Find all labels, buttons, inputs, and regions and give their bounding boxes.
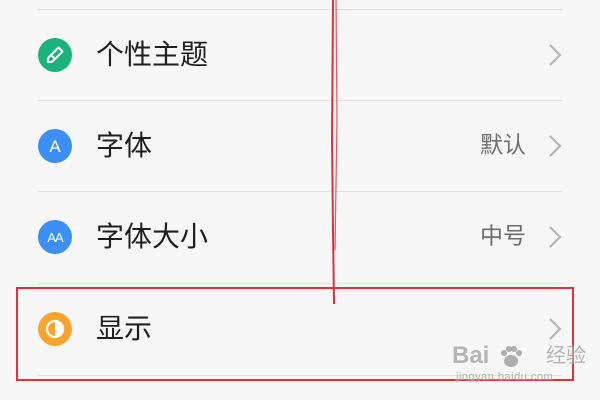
settings-item-label: 字体大小 — [96, 220, 209, 253]
settings-item-label: 个性主题 — [96, 38, 209, 71]
chevron-right-icon — [548, 43, 562, 67]
display-icon — [38, 312, 72, 346]
settings-item-label: 显示 — [96, 312, 153, 345]
watermark-logo-text: Bai — [452, 342, 490, 369]
font-icon-letter: A — [49, 137, 61, 156]
watermark-url: jingyan.baidu.com — [456, 371, 554, 383]
chevron-right-icon — [548, 134, 562, 158]
font-size-icon-letters: AA — [47, 230, 64, 245]
settings-item-font[interactable]: A 字体 默认 — [0, 101, 600, 191]
settings-item-value: 默认 — [480, 132, 526, 159]
chevron-right-icon — [548, 317, 562, 341]
watermark-brand: 经验 — [546, 345, 586, 367]
chevron-right-icon — [548, 225, 562, 249]
theme-brush-icon — [38, 38, 72, 72]
settings-item-value: 中号 — [480, 223, 526, 250]
font-icon: A — [38, 129, 72, 163]
font-size-icon: AA — [38, 220, 72, 254]
settings-list: 个性主题 A 字体 默认 AA 字体大小 中号 显示 — [0, 0, 600, 400]
watermark: Bai 经验 jingyan.baidu.com — [452, 342, 586, 388]
settings-item-label: 字体 — [96, 129, 153, 162]
settings-item-theme[interactable]: 个性主题 — [0, 10, 600, 100]
settings-item-font-size[interactable]: AA 字体大小 中号 — [0, 192, 600, 282]
